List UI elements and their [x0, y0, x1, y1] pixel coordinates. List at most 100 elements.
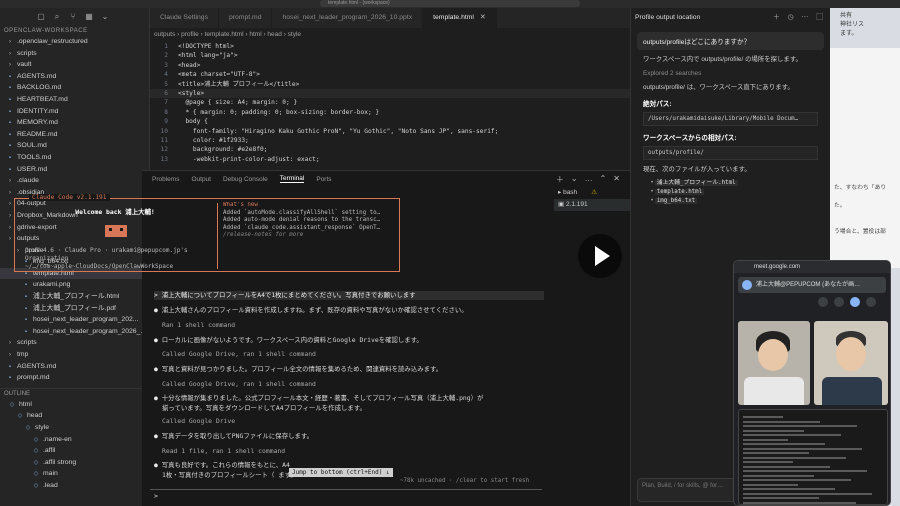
terminal-prompt-input[interactable]: > [150, 489, 542, 501]
more-icon[interactable] [866, 297, 876, 307]
files-icon[interactable]: ▢ [36, 12, 46, 22]
outline-item[interactable]: ◇ main [0, 468, 149, 480]
file-item[interactable]: ▪ MEMORY.md [0, 117, 149, 129]
editor-tab[interactable]: prompt.md [219, 8, 273, 28]
chat-header: Profile output location ＋ ◷ ⋯ ▢ [631, 8, 830, 28]
outline-item[interactable]: ◇ .affil strong [0, 457, 149, 469]
folder-item[interactable]: › scripts [0, 337, 149, 349]
preview-line [743, 483, 798, 486]
extensions-icon[interactable]: ▦ [84, 12, 94, 22]
play-icon [595, 246, 610, 266]
org-line: Organization [25, 255, 69, 262]
file-item[interactable]: ▪ AGENTS.md [0, 71, 149, 83]
file-item[interactable]: ▪ urakami.png [0, 279, 149, 291]
tree-item-label: scripts [17, 339, 37, 347]
outline-item[interactable]: ◇ .lead [0, 480, 149, 492]
add-terminal-icon[interactable]: ＋ [556, 174, 564, 185]
outline-item[interactable]: ◇ style [0, 422, 149, 434]
editor-tab[interactable]: template.html ✕ [423, 8, 497, 28]
panel-tab[interactable]: Output [191, 176, 211, 183]
more-icon[interactable]: … [585, 174, 593, 185]
claude-mascot-icon [105, 225, 127, 237]
close-tab-icon[interactable]: ✕ [480, 14, 486, 21]
file-item[interactable]: ▪ prompt.md [0, 372, 149, 384]
file-item[interactable]: ▪ IDENTITY.md [0, 106, 149, 118]
outline-item[interactable]: ◇ html [0, 399, 149, 411]
present-icon[interactable] [850, 297, 860, 307]
search-icon[interactable]: ⌕ [52, 12, 62, 22]
code-editor[interactable]: 1 <!DOCTYPE html> 2 <html lang="ja"> 3 <head>… [150, 42, 630, 170]
source-control-icon[interactable]: ⑂ [68, 12, 78, 22]
presenter-bar[interactable]: 浦上大輔@PEPUPCOM (あなたが画… [738, 277, 886, 293]
chevron-down-icon[interactable]: ⌄ [100, 12, 110, 22]
panel-tab[interactable]: Debug Console [223, 176, 268, 183]
tree-item-label: .claude [17, 177, 39, 185]
file-item[interactable]: ▪ TOOLS.md [0, 152, 149, 164]
session-bash[interactable]: ▸ bash ⚠ [554, 187, 630, 199]
explored-searches[interactable]: Explored 2 searches [643, 69, 818, 78]
file-item[interactable]: ▪ BACKLOG.md [0, 82, 149, 94]
file-icon: ▪ [8, 96, 12, 103]
panel-tab[interactable]: Ports [316, 176, 331, 183]
preview-line [743, 438, 788, 441]
folder-item[interactable]: › scripts [0, 48, 149, 60]
outline-item[interactable]: ◇ head [0, 410, 149, 422]
file-item[interactable]: ▪ 浦上大輔_プロフィール.pdf [0, 303, 149, 315]
folder-item[interactable]: › .claude [0, 175, 149, 187]
file-list-item: img_b64.txt [651, 198, 818, 204]
code-text: font-family: "Hiragino Kaku Gothic ProN"… [178, 127, 499, 135]
tree-item-label: USER.md [17, 165, 48, 173]
file-item[interactable]: ▪ hosei_next_leader_program_202... [0, 314, 149, 326]
mic-icon[interactable] [818, 297, 828, 307]
terminal-text: ローカルに画像がないようです。ワークスペース内の資料とGoogle Driveを… [161, 336, 423, 344]
code-line: 9 body { [150, 117, 630, 126]
file-item[interactable]: ▪ AGENTS.md [0, 361, 149, 373]
tree-item-label: urakami.png [33, 281, 71, 289]
outline-label: .affil [43, 447, 56, 455]
terminal-line: ● 十分な情報が集まりました。公式プロフィール本文・経歴・著書、そしてプロフィー… [154, 394, 544, 403]
terminal-text: 揃っています。写真をダウンロードしてA4プロフィールを作成します。 [162, 404, 366, 412]
panel-tab[interactable]: Terminal [279, 175, 305, 183]
line-number: 5 [164, 80, 168, 88]
preview-line [743, 474, 814, 477]
maximize-icon[interactable]: ⌃ [600, 174, 607, 185]
outline-label: head [27, 412, 43, 420]
folder-item[interactable]: › .openclaw_restructured [0, 36, 149, 48]
file-item[interactable]: ▪ 浦上大輔_プロフィール.html [0, 291, 149, 303]
chat-tools[interactable]: ＋ ◷ ⋯ ▢ [773, 8, 830, 28]
file-item[interactable]: ▪ README.md [0, 129, 149, 141]
editor-tab[interactable]: hosei_next_leader_program_2026_10.pptx [272, 8, 424, 28]
session-claude[interactable]: ▣ 2.1.191 [554, 199, 630, 211]
editor-tab[interactable]: Claude Settings [150, 8, 219, 28]
folder-item[interactable]: › vault [0, 59, 149, 71]
participant-video [738, 321, 810, 405]
jump-to-bottom-button[interactable]: Jump to bottom (ctrl+End) ↓ [289, 468, 393, 477]
folder-item[interactable]: › tmp [0, 349, 149, 361]
outline-item[interactable]: ◇ .affil [0, 445, 149, 457]
bullet-icon: ● [154, 306, 162, 314]
outline-header[interactable]: OUTLINE [0, 387, 149, 399]
presenter-name: 浦上大輔@PEPUPCOM (あなたが画… [756, 282, 861, 288]
claude-welcome-box: Claude Code v2.1.191 Welcome back 浦上大輔! … [14, 194, 400, 272]
play-button[interactable] [578, 234, 622, 278]
camera-icon[interactable] [834, 297, 844, 307]
code-text: -webkit-print-color-adjust: exact; [178, 155, 320, 163]
file-item[interactable]: ▪ HEARTBEAT.md [0, 94, 149, 106]
close-icon[interactable]: ✕ [613, 174, 620, 185]
meet-pip-window[interactable]: meet.google.com 浦上大輔@PEPUPCOM (あなたが画… [733, 260, 891, 506]
preview-line [743, 497, 819, 499]
preview-line [743, 492, 872, 495]
workspace-root[interactable]: OPENCLAW-WORKSPACE [0, 26, 149, 36]
command-center[interactable]: template.html - (workspace) [320, 0, 580, 7]
terminal-line: ● 写真データを取り出してPNGファイルに保存します。 [154, 432, 544, 441]
split-icon[interactable]: ⌄ [571, 174, 578, 185]
breadcrumb[interactable]: outputs › profile › template.html › html… [150, 28, 630, 42]
relative-path-code: outputs/profile/ [643, 146, 818, 160]
file-item[interactable]: ▪ hosei_next_leader_program_2026_... [0, 326, 149, 338]
file-item[interactable]: ▪ USER.md [0, 164, 149, 176]
panel-tab[interactable]: Problems [152, 176, 179, 183]
user-question: outputs/profileはどこにありますか？ [637, 32, 824, 50]
outline-item[interactable]: ◇ .name-en [0, 434, 149, 446]
code-line: 10 font-family: "Hiragino Kaku Gothic Pr… [150, 127, 630, 136]
file-item[interactable]: ▪ SOUL.md [0, 140, 149, 152]
